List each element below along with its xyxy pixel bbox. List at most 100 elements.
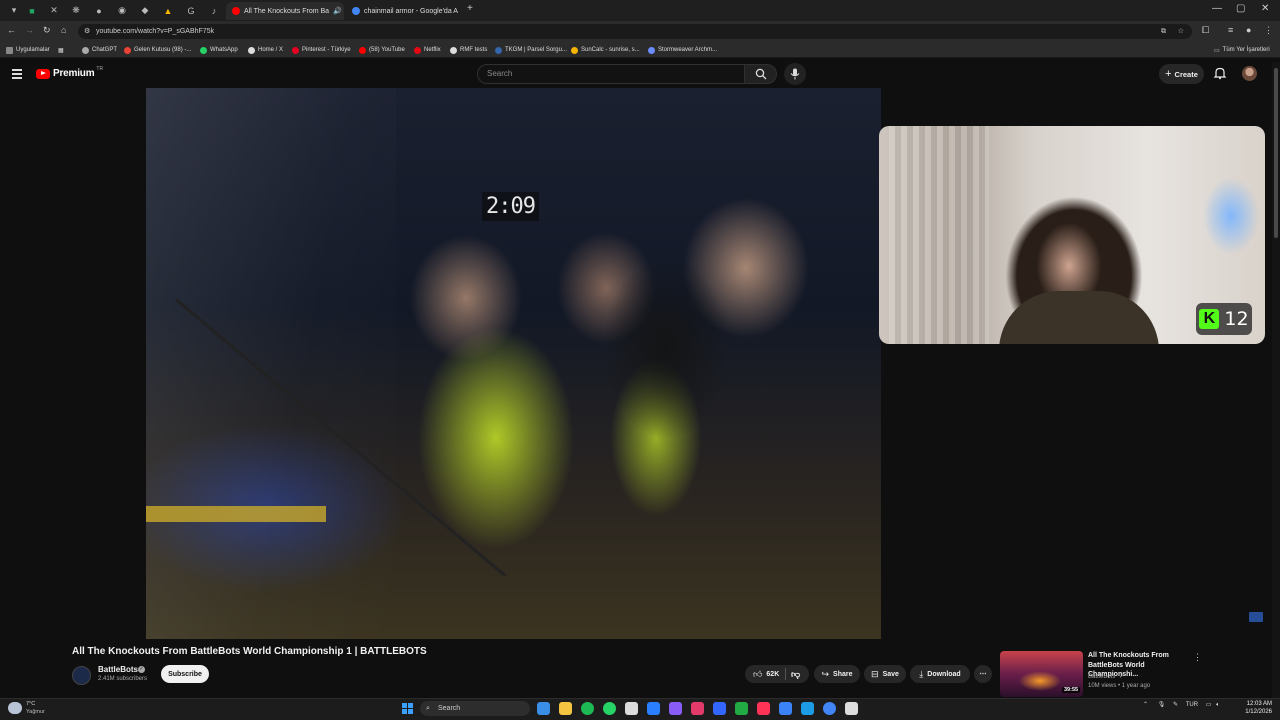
pinned-tab-notion-icon[interactable]: ◆ [135,3,155,18]
youtube-logo[interactable]: Premium TR [36,66,103,79]
url-text: youtube.com/watch?v=P_sGABhF75k [96,28,215,35]
bookmark-pinterest[interactable]: Pinterest - Türkiye [292,44,351,56]
pinned-tab-chatgpt-icon[interactable]: ❋ [66,3,86,18]
steam-icon[interactable] [801,702,814,715]
pinned-tab-drive-icon[interactable]: ▲ [158,3,178,18]
back-icon[interactable]: ← [7,25,16,35]
taskbar-search[interactable]: ⌕ Search [420,701,530,716]
mic-tray-icon[interactable]: 🎙︎ [1158,702,1166,708]
tab-close-icon[interactable]: ✕ [342,7,344,16]
bookmark-label: RMF tests [460,47,488,53]
bookmark-stormweaver[interactable]: Stormweaver Archm... [648,44,717,56]
system-tray[interactable]: ⌃ 🎙︎ ✎ TUR ▭ 🔈︎ [1143,701,1220,709]
bookmark-youtube[interactable]: (58) YouTube [359,44,405,56]
bookmark-netflix[interactable]: Netflix [414,44,441,56]
pinned-tab-sheets-icon[interactable]: ■ [22,3,42,18]
taskbar-clock[interactable]: 12:03 AM 1/12/2026 [1238,700,1272,716]
tab-google-search[interactable]: chainmail armor - Google'da A ✕ [346,2,462,20]
create-button[interactable]: + Create [1159,64,1204,84]
speaker-icon[interactable]: 🔊 [333,7,342,15]
network-icon[interactable]: ▭ [1206,702,1212,708]
avatar[interactable] [1242,66,1257,81]
minimize-icon[interactable]: — [1212,3,1222,14]
vscode-icon[interactable] [779,702,792,715]
new-tab-icon[interactable]: + [467,3,473,14]
bell-icon[interactable] [1213,66,1227,80]
bookmark-chatgpt[interactable]: ChatGPT [82,44,117,56]
more-actions-button[interactable]: ⋯ [974,665,992,683]
subscribe-button[interactable]: Subscribe [161,665,209,683]
chrome-icon[interactable] [823,702,836,715]
spotify-icon[interactable] [581,702,594,715]
bookmark-tkgm[interactable]: TKGM | Parsel Sorgu... [495,44,567,56]
pinned-tab-google-icon[interactable]: G [181,3,201,18]
bookmark-rmf[interactable]: RMF tests [450,44,487,56]
bookmark-gmail[interactable]: Gelen Kutusu (98) -... [124,44,191,56]
url-field[interactable]: ⚙ youtube.com/watch?v=P_sGABhF75k ⧉ ☆ [78,24,1192,39]
bookmark-apps[interactable]: Uygulamalar [6,44,50,56]
taskbar-search-label: Search [438,705,461,712]
pinned-tab-1[interactable]: ▾ [4,3,24,18]
channel-name[interactable]: BattleBots [98,665,138,674]
share-button[interactable]: ↪ Share [814,665,860,683]
hamburger-icon[interactable] [12,69,22,79]
bookmark-grid[interactable]: ▦ [58,44,64,56]
whatsapp-icon[interactable] [603,702,616,715]
recommended-menu-icon[interactable]: ⋮ [1193,652,1202,663]
xbox-icon[interactable] [735,702,748,715]
browser-menu-icon[interactable]: ⋮ [1264,25,1273,36]
lang-indicator[interactable]: TUR [1186,702,1198,708]
download-button[interactable]: ⤓ Download [910,665,970,683]
forward-icon[interactable]: → [25,25,34,35]
page-scrollbar[interactable] [1272,62,1280,698]
install-app-icon[interactable]: ⧉ [1161,24,1166,39]
like-button[interactable]: 👍︎ 62K [753,669,779,680]
photoshop-icon[interactable] [647,702,660,715]
video-player[interactable]: 2:09 [146,88,881,639]
discord-icon[interactable] [713,702,726,715]
search-input[interactable]: Search [477,64,745,84]
reload-icon[interactable]: ↻ [43,25,51,36]
volume-icon[interactable]: 🔈︎ [1216,702,1220,708]
weather-widget[interactable]: 7°C Yağmur [8,700,68,718]
extensions-icon[interactable]: ⧠ [1202,25,1209,36]
bookmark-label: TKGM | Parsel Sorgu... [505,47,567,53]
save-button[interactable]: ⊟ Save [864,665,906,683]
bookmark-star-icon[interactable]: ☆ [1178,24,1184,39]
bookmark-x[interactable]: Home / X [248,44,283,56]
app-icon[interactable] [625,702,638,715]
pinned-tab-x-icon[interactable]: ✕ [44,3,64,18]
scrollbar-thumb[interactable] [1274,68,1278,238]
file-explorer-icon[interactable] [537,702,550,715]
bookmark-all[interactable]: ▭ Tüm Yer İşaretleri [1214,44,1270,56]
tab-title: All The Knockouts From Ba [244,7,330,15]
close-window-icon[interactable]: ✕ [1261,3,1269,14]
windows-start-icon[interactable] [402,703,413,714]
media-icon[interactable]: ≡ [1228,25,1233,35]
tab-close-icon[interactable]: ✕ [458,7,463,16]
voice-search-button[interactable] [784,63,806,85]
terminal-icon[interactable] [845,702,858,715]
app-icon[interactable] [691,702,704,715]
webcam-person [999,291,1159,344]
pinned-tab-github-icon[interactable]: ● [89,3,109,18]
verified-icon: ✓ [1119,674,1125,680]
profile-icon[interactable]: ● [1246,25,1251,35]
recommended-video-channel[interactable]: BattleBots ✓ [1088,673,1124,680]
pinned-tab-muted-icon[interactable]: ♪ [204,3,224,18]
tray-chevron-icon[interactable]: ⌃ [1143,702,1148,708]
channel-avatar[interactable] [72,666,91,685]
search-button[interactable] [745,64,777,84]
home-icon[interactable]: ⌂ [61,25,66,35]
site-info-icon[interactable]: ⚙ [84,24,90,39]
dislike-button[interactable]: 👎︎ [791,669,800,680]
pinned-tab-discord-icon[interactable]: ◉ [112,3,132,18]
maximize-icon[interactable]: ▢ [1236,3,1245,14]
pen-tray-icon[interactable]: ✎ [1173,702,1178,708]
bookmark-suncalc[interactable]: SunCalc - sunrise, s... [571,44,640,56]
app-icon[interactable] [669,702,682,715]
notes-icon[interactable] [559,702,572,715]
bookmark-whatsapp[interactable]: WhatsApp [200,44,238,56]
app-icon[interactable] [757,702,770,715]
tab-youtube-video[interactable]: All The Knockouts From Ba 🔊 ✕ [226,2,344,20]
